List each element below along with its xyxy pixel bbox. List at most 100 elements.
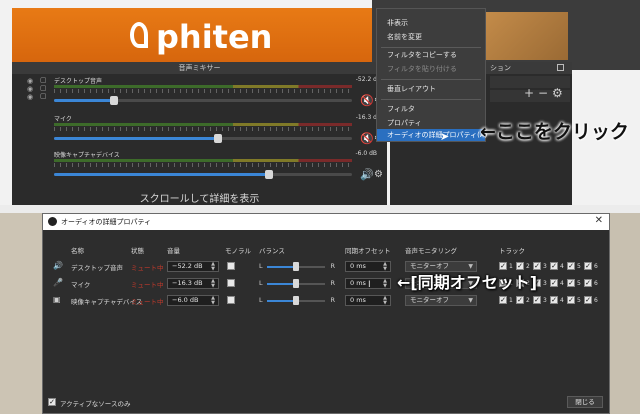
menu-item-properties[interactable]: プロパティ — [377, 117, 485, 129]
track-checkbox[interactable]: ✓ — [550, 296, 558, 304]
advanced-audio-properties-dialog: オーディオの詳細プロパティ ✕ 名称 状態 音量 モノラル バランス 同期オフセ… — [42, 213, 610, 414]
track-checkbox[interactable]: ✓ — [533, 296, 541, 304]
source-status: ミュート中 — [131, 298, 164, 306]
spinner-arrows-icon[interactable]: ▲ ▼ — [381, 262, 389, 272]
monitoring-select[interactable]: モニターオフ ▼ — [405, 295, 477, 306]
source-status: ミュート中 — [131, 281, 164, 289]
camera-logo-text: phiten — [156, 18, 273, 56]
balance-slider[interactable]: LR — [259, 295, 335, 307]
spinner-arrows-icon[interactable]: ▲ ▼ — [381, 296, 389, 306]
annotation-click-here: ←ここをクリック — [480, 121, 629, 143]
sync-offset-value: 0 ms — [350, 279, 366, 287]
volume-slider[interactable] — [54, 134, 352, 143]
track-checkbox[interactable]: ✓ — [550, 262, 558, 270]
sync-offset-input[interactable]: 0 ms ▲ ▼ — [345, 295, 391, 306]
volume-slider-knob[interactable] — [213, 134, 222, 143]
menu-item-filters[interactable]: フィルタ — [377, 103, 485, 115]
menu-item-paste-filters: フィルタを貼り付ける — [387, 65, 457, 73]
track-checkbox[interactable]: ✓ — [584, 262, 592, 270]
volume-slider-knob[interactable] — [109, 96, 118, 105]
header-mono: モノラル — [225, 247, 251, 255]
menu-item-rename[interactable]: 名前を変更 — [377, 31, 485, 43]
active-only-label: アクティブなソースのみ — [60, 400, 131, 408]
gear-icon[interactable]: ⚙ — [374, 169, 383, 180]
balance-right-label: R — [330, 262, 335, 270]
mono-checkbox[interactable] — [227, 262, 235, 270]
mute-speaker-icon[interactable]: 🔇 — [360, 133, 374, 144]
menu-item-hide[interactable]: 非表示 — [377, 17, 485, 29]
menu-separator — [381, 79, 481, 80]
sync-offset-value: 0 ms — [350, 262, 366, 270]
menu-item-copy-filters[interactable]: フィルタをコピーする — [377, 49, 485, 61]
lock-icon[interactable]: ▢ — [40, 77, 47, 84]
meter-ticks — [54, 163, 352, 167]
microphone-icon: 🎤 — [53, 278, 63, 287]
scroll-hint: スクロールして詳細を表示 — [139, 194, 260, 205]
menu-item-vertical-layout[interactable]: 垂直レイアウト — [377, 83, 485, 95]
track-checkbox[interactable]: ✓ — [567, 279, 575, 287]
volume-slider[interactable] — [54, 96, 352, 105]
mono-checkbox[interactable] — [227, 279, 235, 287]
track-checkbox[interactable]: ✓ — [516, 296, 524, 304]
dialog-titlebar: オーディオの詳細プロパティ ✕ — [43, 214, 609, 230]
lock-icon[interactable]: ▢ — [40, 93, 47, 100]
balance-slider[interactable]: LR — [259, 261, 335, 273]
meter-ticks — [54, 127, 352, 131]
track-checkbox[interactable]: ✓ — [499, 296, 507, 304]
preview-wood-object — [484, 12, 568, 60]
volume-input[interactable]: −16.3 dB ▲ ▼ — [167, 278, 219, 289]
mouse-cursor-icon: ➤ — [440, 130, 450, 143]
volume-value: −6.0 dB — [172, 296, 199, 304]
annotation-sync-offset: ←[同期オフセット] — [397, 273, 538, 292]
balance-slider[interactable]: LR — [259, 278, 335, 290]
speaker-icon[interactable]: 🔊 — [360, 169, 374, 180]
volume-input[interactable]: −52.2 dB ▲ ▼ — [167, 261, 219, 272]
track-checkbox[interactable]: ✓ — [550, 279, 558, 287]
spinner-arrows-icon[interactable]: ▲ ▼ — [209, 279, 217, 289]
track-number: 3 — [543, 297, 547, 304]
eye-icon[interactable]: ◉ — [27, 86, 36, 93]
spinner-arrows-icon[interactable]: ▲ ▼ — [209, 296, 217, 306]
mono-checkbox[interactable] — [227, 296, 235, 304]
volume-value: −16.3 dB — [172, 279, 203, 287]
spinner-arrows-icon[interactable]: ▲ ▼ — [381, 279, 389, 289]
settings-icon[interactable]: ⚙ — [552, 86, 563, 100]
track-number: 6 — [594, 263, 598, 270]
lock-icon[interactable]: ▢ — [40, 85, 47, 92]
close-button[interactable]: 閉じる — [567, 396, 603, 408]
track-checkbox[interactable]: ✓ — [584, 296, 592, 304]
track-checkbox[interactable]: ✓ — [567, 296, 575, 304]
eye-icon[interactable]: ◉ — [27, 78, 36, 85]
remove-icon[interactable]: − — [538, 86, 548, 100]
level-meter — [54, 85, 352, 88]
obs-main-window: phiten 音声ミキサー ◉ ▢ デスクトップ音声 -52.2 d 🔇 ⚙ ◉… — [0, 0, 640, 205]
eye-icon[interactable]: ◉ — [27, 94, 36, 101]
source-name: マイク — [71, 281, 91, 289]
balance-slider-knob[interactable] — [293, 262, 299, 271]
balance-slider-knob[interactable] — [293, 296, 299, 305]
volume-slider[interactable] — [54, 170, 352, 179]
header-name: 名称 — [71, 247, 84, 255]
text-cursor-icon: I — [368, 280, 371, 290]
advanced-audio-area: オーディオの詳細プロパティ ✕ 名称 状態 音量 モノラル バランス 同期オフセ… — [0, 205, 640, 414]
track-number: 4 — [560, 280, 564, 287]
track-number: 5 — [577, 280, 581, 287]
sync-offset-input[interactable]: 0 ms ▲ ▼ — [345, 261, 391, 272]
spinner-arrows-icon[interactable]: ▲ ▼ — [209, 262, 217, 272]
close-icon[interactable]: ✕ — [595, 215, 603, 226]
track-checkbox[interactable]: ✓ — [567, 262, 575, 270]
track-checkbox[interactable]: ✓ — [584, 279, 592, 287]
context-menu: 非表示 名前を変更 フィルタをコピーする フィルタを貼り付ける 垂直レイアウト … — [376, 8, 487, 142]
dock-icon[interactable] — [557, 64, 564, 71]
header-sync-offset: 同期オフセット — [345, 247, 391, 255]
volume-slider-knob[interactable] — [264, 170, 273, 179]
phiten-logo-mark — [130, 22, 148, 48]
mixer-track: デスクトップ音声 -52.2 d 🔇 ⚙ — [54, 76, 387, 118]
volume-input[interactable]: −6.0 dB ▲ ▼ — [167, 295, 219, 306]
header-volume: 音量 — [167, 247, 180, 255]
mute-speaker-icon[interactable]: 🔇 — [360, 95, 374, 106]
menu-item-advanced-audio-properties[interactable]: オーディオの詳細プロパティ(A) — [377, 129, 487, 141]
balance-slider-knob[interactable] — [293, 279, 299, 288]
add-icon[interactable]: + — [524, 86, 534, 100]
active-only-checkbox[interactable]: ✓ — [48, 398, 56, 406]
